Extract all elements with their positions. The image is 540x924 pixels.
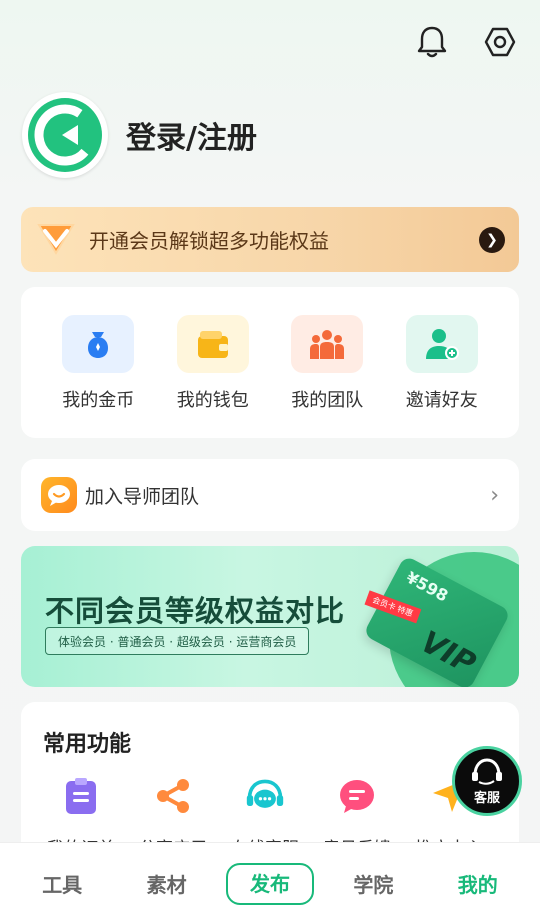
share-icon bbox=[153, 776, 193, 816]
banner-title: 不同会员等级权益对比 bbox=[45, 594, 346, 628]
join-mentor-team-row[interactable]: 加入导师团队 › bbox=[21, 459, 519, 531]
banner-subtitle: 体验会员 · 普通会员 · 超级会员 · 运营商会员 bbox=[45, 627, 310, 655]
profile-header[interactable]: 登录/注册 bbox=[22, 92, 257, 178]
team-icon bbox=[291, 315, 364, 373]
coin-bag-icon bbox=[62, 315, 135, 373]
asset-label: 我的金币 bbox=[62, 390, 135, 411]
tab-publish[interactable]: 发布 bbox=[225, 862, 314, 905]
headset-icon bbox=[470, 757, 504, 789]
bell-icon[interactable] bbox=[414, 22, 450, 62]
assets-card: 我的金币 我的钱包 我的团队 邀请好友 bbox=[21, 287, 519, 438]
customer-service-button[interactable]: 客服 bbox=[452, 746, 522, 816]
tab-materials[interactable]: 素材 bbox=[122, 869, 212, 898]
vip-arrow-icon[interactable]: ❯ bbox=[479, 226, 505, 253]
asset-label: 我的钱包 bbox=[176, 390, 249, 411]
invite-friend-icon bbox=[405, 315, 478, 373]
asset-label: 我的团队 bbox=[291, 390, 364, 411]
asset-my-coins[interactable]: 我的金币 bbox=[48, 315, 148, 438]
asset-my-team[interactable]: 我的团队 bbox=[277, 315, 377, 438]
common-functions-title: 常用功能 bbox=[43, 732, 132, 757]
chat-bubble-icon bbox=[41, 477, 77, 513]
order-icon bbox=[61, 776, 101, 816]
vip-upgrade-text: 开通会员解锁超多功能权益 bbox=[89, 229, 329, 253]
login-register-link[interactable]: 登录/注册 bbox=[126, 113, 257, 157]
tab-academy[interactable]: 学院 bbox=[328, 869, 418, 898]
headset-chat-icon bbox=[245, 776, 285, 816]
asset-invite-friends[interactable]: 邀请好友 bbox=[392, 315, 492, 438]
feedback-icon bbox=[337, 776, 377, 816]
common-functions-card: 常用功能 我的订单 分享应用 在线客服 意见反馈 bbox=[21, 702, 519, 862]
tab-tools[interactable]: 工具 bbox=[17, 869, 107, 898]
vip-upgrade-bar[interactable]: 开通会员解锁超多功能权益 ❯ bbox=[21, 207, 519, 272]
chevron-right-icon: › bbox=[490, 482, 499, 508]
membership-compare-banner[interactable]: ¥598 会员卡 特惠 VIP 不同会员等级权益对比 体验会员 · 普通会员 ·… bbox=[21, 546, 519, 687]
settings-icon[interactable] bbox=[482, 22, 518, 62]
customer-service-label: 客服 bbox=[473, 790, 500, 806]
vip-card-tag: 会员卡 特惠 bbox=[364, 590, 421, 624]
tab-mine[interactable]: 我的 bbox=[433, 869, 523, 898]
wallet-icon bbox=[176, 315, 249, 373]
asset-my-wallet[interactable]: 我的钱包 bbox=[163, 315, 263, 438]
top-bar bbox=[414, 22, 518, 62]
avatar[interactable] bbox=[22, 92, 108, 178]
bottom-tab-bar: 工具 素材 发布 学院 我的 bbox=[0, 842, 540, 924]
diamond-crown-icon bbox=[35, 219, 77, 261]
asset-label: 邀请好友 bbox=[405, 390, 478, 411]
join-mentor-team-label: 加入导师团队 bbox=[85, 485, 200, 508]
